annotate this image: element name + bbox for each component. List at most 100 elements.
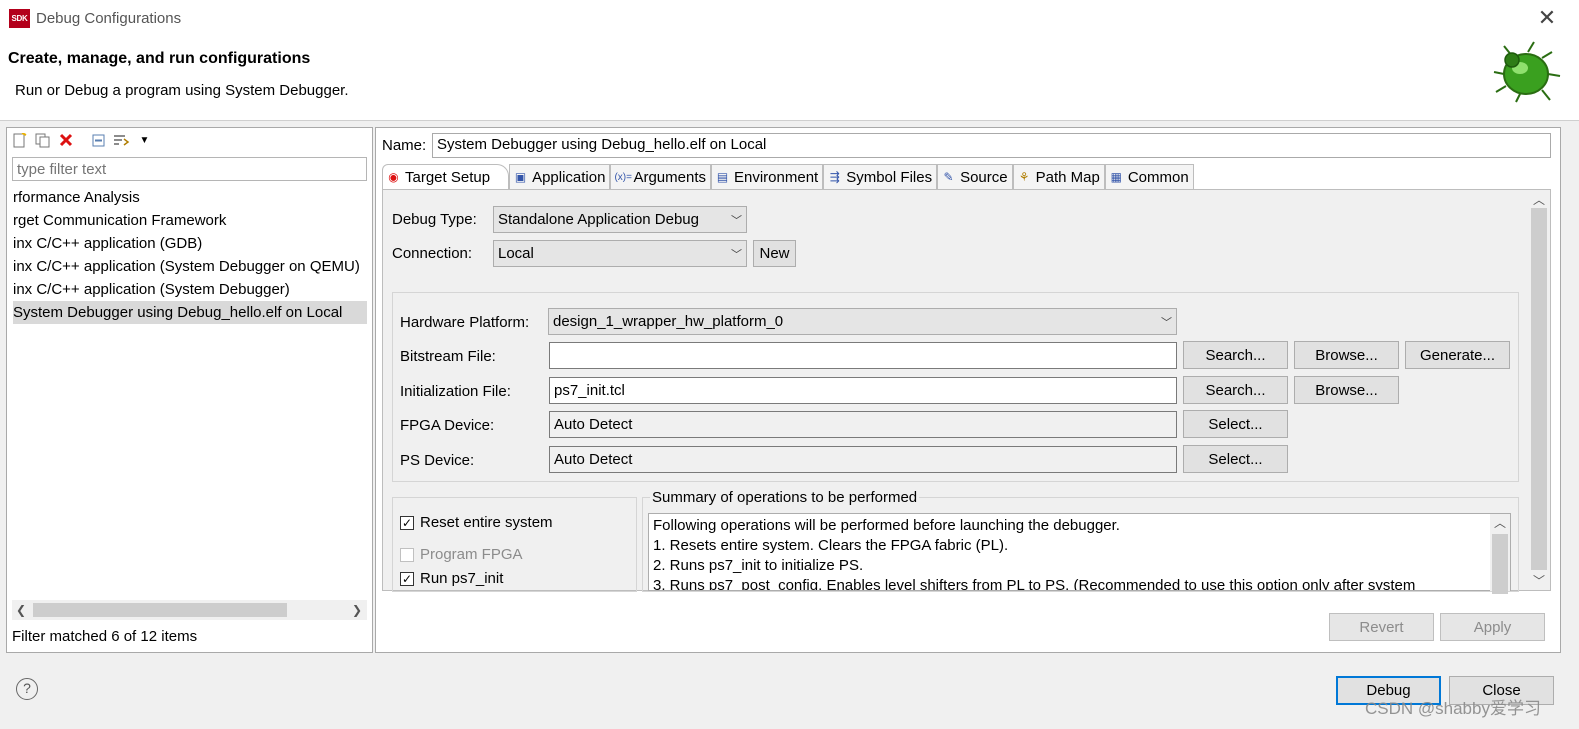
bitstream-file-label: Bitstream File: bbox=[400, 348, 496, 365]
tab-label: Path Map bbox=[1035, 168, 1100, 186]
filter-status-text: Filter matched 6 of 12 items bbox=[12, 628, 198, 645]
configuration-tree: rformance Analysis rget Communication Fr… bbox=[13, 186, 367, 596]
path-map-icon: ⚘ bbox=[1018, 170, 1030, 184]
scrollbar-thumb[interactable] bbox=[1531, 208, 1547, 570]
tab-label: Environment bbox=[734, 168, 819, 186]
scroll-right-icon[interactable]: ❯ bbox=[352, 600, 362, 620]
summary-text-area[interactable]: Following operations will be performed b… bbox=[648, 513, 1511, 591]
bitstream-browse-button[interactable]: Browse... bbox=[1294, 341, 1399, 369]
ps-select-button[interactable]: Select... bbox=[1183, 445, 1288, 473]
init-search-button[interactable]: Search... bbox=[1183, 376, 1288, 404]
left-toolbar: ▼ bbox=[10, 130, 154, 150]
summary-title: Summary of operations to be performed bbox=[650, 489, 920, 506]
new-connection-button[interactable]: New bbox=[753, 240, 796, 267]
close-window-icon[interactable]: ✕ bbox=[1535, 7, 1559, 31]
bitstream-search-button[interactable]: Search... bbox=[1183, 341, 1288, 369]
environment-icon: ▤ bbox=[716, 170, 729, 184]
duplicate-icon[interactable] bbox=[33, 131, 52, 149]
debug-type-label: Debug Type: bbox=[392, 211, 477, 228]
name-field[interactable]: System Debugger using Debug_hello.elf on… bbox=[432, 133, 1551, 158]
application-icon: ▣ bbox=[514, 170, 527, 184]
ps-device-field[interactable]: Auto Detect bbox=[549, 446, 1177, 473]
tab-label: Symbol Files bbox=[846, 168, 933, 186]
generate-button[interactable]: Generate... bbox=[1405, 341, 1510, 369]
scrollbar-thumb[interactable] bbox=[33, 603, 287, 617]
chevron-down-icon: ﹀ bbox=[731, 214, 742, 227]
revert-button[interactable]: Revert bbox=[1329, 613, 1434, 641]
fpga-select-button[interactable]: Select... bbox=[1183, 410, 1288, 438]
tree-item-target-communication-framework[interactable]: rget Communication Framework bbox=[13, 209, 367, 232]
connection-value: Local bbox=[498, 245, 534, 262]
debug-type-select[interactable]: Standalone Application Debug ﹀ bbox=[493, 206, 747, 233]
page-title: Create, manage, and run configurations bbox=[8, 50, 311, 67]
initialization-file-label: Initialization File: bbox=[400, 383, 511, 400]
chevron-down-icon: ﹀ bbox=[731, 248, 742, 261]
delete-icon[interactable] bbox=[56, 131, 75, 149]
symbol-files-icon: ⇶ bbox=[829, 170, 840, 184]
program-fpga-checkbox[interactable]: Program FPGA bbox=[400, 546, 523, 563]
target-icon: ◉ bbox=[388, 170, 399, 184]
debug-bug-icon bbox=[1493, 41, 1561, 103]
tab-source[interactable]: ✎ Source bbox=[937, 164, 1013, 189]
summary-line: 3. Runs ps7_post_config. Enables level s… bbox=[653, 577, 1416, 591]
ps-device-label: PS Device: bbox=[400, 452, 475, 469]
bitstream-file-field[interactable] bbox=[549, 342, 1177, 369]
fpga-device-label: FPGA Device: bbox=[400, 417, 495, 434]
new-configuration-icon[interactable] bbox=[10, 131, 29, 149]
tree-item-xilinx-gdb[interactable]: inx C/C++ application (GDB) bbox=[13, 232, 367, 255]
watermark-text: CSDN @shabby爱学习 bbox=[1365, 699, 1541, 718]
scroll-left-icon[interactable]: ❮ bbox=[16, 600, 26, 620]
tab-common[interactable]: ▦ Common bbox=[1104, 164, 1194, 189]
hardware-platform-select[interactable]: design_1_wrapper_hw_platform_0 ﹀ bbox=[548, 308, 1177, 335]
view-menu-chevron-down-icon[interactable]: ▼ bbox=[135, 131, 154, 149]
tree-item-performance-analysis[interactable]: rformance Analysis bbox=[13, 186, 367, 209]
tree-horizontal-scrollbar[interactable]: ❮ ❯ bbox=[12, 600, 367, 620]
checkbox-label: Run ps7_init bbox=[420, 570, 504, 587]
name-label: Name: bbox=[382, 137, 427, 154]
page-subtitle: Run or Debug a program using System Debu… bbox=[15, 82, 349, 99]
title-bar bbox=[0, 0, 1579, 38]
tree-item-xilinx-system-debugger[interactable]: inx C/C++ application (System Debugger) bbox=[13, 278, 367, 301]
fpga-device-field[interactable]: Auto Detect bbox=[549, 411, 1177, 438]
checkbox-checked-icon: ✓ bbox=[400, 571, 414, 586]
scrollbar-thumb[interactable] bbox=[1492, 534, 1508, 594]
connection-label: Connection: bbox=[392, 245, 473, 262]
tab-label: Source bbox=[960, 168, 1008, 186]
filter-icon[interactable] bbox=[112, 131, 131, 149]
filter-input[interactable] bbox=[12, 157, 367, 181]
tab-environment[interactable]: ▤ Environment bbox=[711, 164, 824, 189]
summary-line: 1. Resets entire system. Clears the FPGA… bbox=[653, 537, 1009, 554]
checkbox-label: Program FPGA bbox=[420, 546, 523, 563]
tree-item-selected-configuration[interactable]: System Debugger using Debug_hello.elf on… bbox=[13, 301, 367, 324]
sdk-logo-icon: SDK bbox=[9, 9, 30, 28]
tab-label: Arguments bbox=[633, 168, 706, 186]
apply-button[interactable]: Apply bbox=[1440, 613, 1545, 641]
scroll-up-icon[interactable]: ︿ bbox=[1494, 514, 1506, 531]
common-icon: ▦ bbox=[1110, 170, 1122, 184]
debug-type-value: Standalone Application Debug bbox=[498, 211, 699, 228]
summary-line: 2. Runs ps7_init to initialize PS. bbox=[653, 557, 864, 574]
help-icon[interactable]: ? bbox=[16, 678, 38, 700]
reset-entire-system-checkbox[interactable]: ✓ Reset entire system bbox=[400, 514, 553, 531]
tab-target-setup[interactable]: ◉ Target Setup bbox=[382, 164, 510, 189]
tab-label: Common bbox=[1127, 168, 1189, 186]
tab-symbol-files[interactable]: ⇶ Symbol Files bbox=[823, 164, 938, 189]
summary-vertical-scrollbar[interactable]: ︿ bbox=[1490, 514, 1510, 594]
connection-select[interactable]: Local ﹀ bbox=[493, 240, 747, 267]
chevron-down-icon: ﹀ bbox=[1161, 316, 1172, 329]
run-ps7-init-checkbox[interactable]: ✓ Run ps7_init bbox=[400, 570, 503, 587]
tab-arguments[interactable]: (x)= Arguments bbox=[610, 164, 711, 189]
content-vertical-scrollbar[interactable]: ︿ ﹀ bbox=[1529, 190, 1549, 590]
tree-item-xilinx-system-debugger-qemu[interactable]: inx C/C++ application (System Debugger o… bbox=[13, 255, 367, 278]
tab-path-map[interactable]: ⚘ Path Map bbox=[1012, 164, 1105, 189]
scroll-up-icon[interactable]: ︿ bbox=[1533, 191, 1545, 208]
checkbox-unchecked-icon bbox=[400, 547, 414, 562]
tab-label: Application bbox=[532, 168, 606, 186]
tab-application[interactable]: ▣ Application bbox=[509, 164, 611, 189]
initialization-file-field[interactable]: ps7_init.tcl bbox=[549, 377, 1177, 404]
init-browse-button[interactable]: Browse... bbox=[1294, 376, 1399, 404]
summary-line: Following operations will be performed b… bbox=[653, 517, 1120, 534]
source-icon: ✎ bbox=[943, 170, 954, 184]
collapse-all-icon[interactable] bbox=[89, 131, 108, 149]
scroll-down-icon[interactable]: ﹀ bbox=[1533, 572, 1545, 589]
